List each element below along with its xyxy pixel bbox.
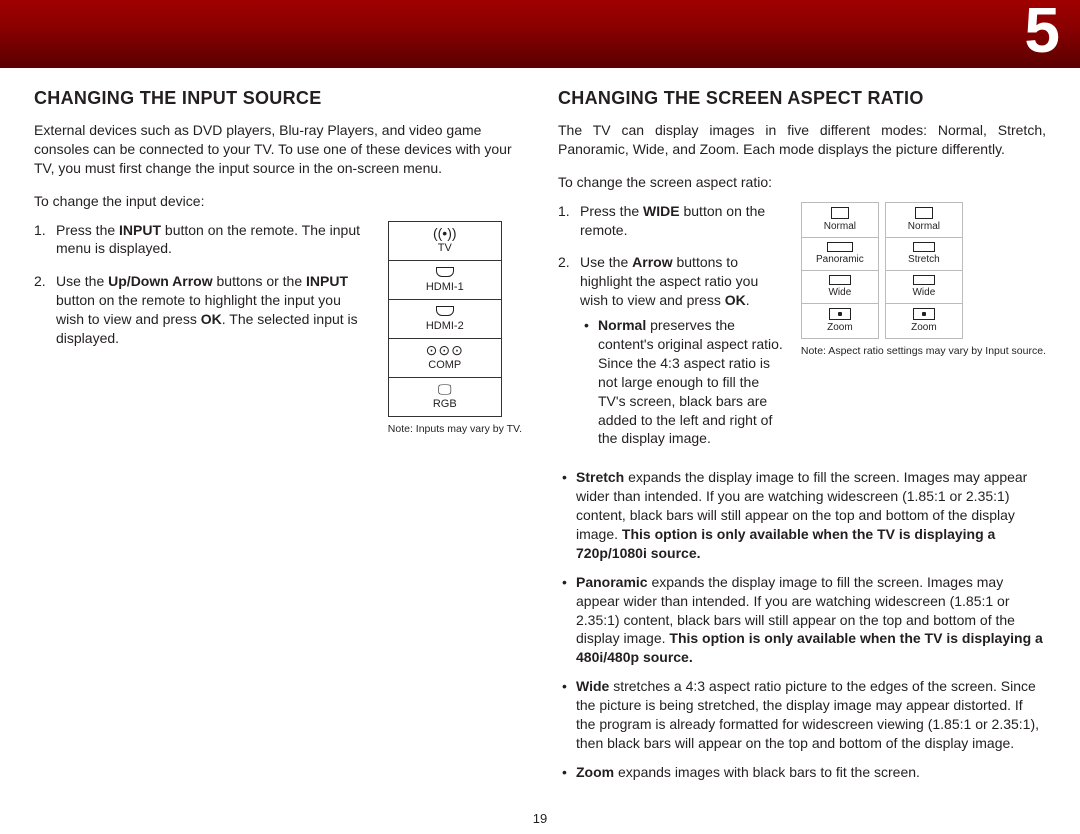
bullet-zoom: Zoom expands images with black bars to f… [558,763,1046,782]
note-aspect: Note: Aspect ratio settings may vary by … [801,345,1046,358]
left-body-row: Press the INPUT button on the remote. Th… [34,221,522,436]
input-rgb: 🖵 RGB [389,378,501,416]
monitor-icon: 🖵 [389,382,501,396]
lead-aspect: To change the screen aspect ratio: [558,173,1046,192]
aspect-a-wide: Wide [802,271,878,304]
bullet-stretch: Stretch expands the display image to fil… [558,468,1046,562]
left-steps: Press the INPUT button on the remote. Th… [34,221,370,362]
aspect-b-stretch: Stretch [886,238,962,271]
bullet-panoramic: Panoramic expands the display image to f… [558,573,1046,667]
right-column: Changing the Screen Aspect Ratio The TV … [540,88,1046,792]
page-number: 19 [0,811,1080,826]
antenna-icon: ((•)) [389,226,501,240]
hdmi-icon [389,265,501,279]
lead-input-source: To change the input device: [34,192,522,211]
bullet-wide: Wide stretches a 4:3 aspect ratio pictur… [558,677,1046,753]
input-hdmi-2: HDMI-2 [389,300,501,339]
aspect-step-1: Press the WIDE button on the remote. [558,202,787,240]
aspect-step-2: Use the Arrow buttons to highlight the a… [558,253,787,448]
aspect-col-a: Normal Panoramic Wide Zoom [801,202,879,339]
heading-input-source: Changing the Input Source [34,88,522,109]
input-hdmi-1: HDMI-1 [389,261,501,300]
input-menu: ((•)) TV HDMI-1 HDMI-2 ⊙⊙⊙ [388,221,502,417]
bullet-normal: Normal preserves the content's original … [580,316,787,448]
aspect-a-panoramic: Panoramic [802,238,878,271]
aspect-col-b: Normal Stretch Wide Zoom [885,202,963,339]
right-body-row: Press the WIDE button on the remote. Use… [558,202,1046,463]
aspect-b-zoom: Zoom [886,304,962,338]
step-2: Use the Up/Down Arrow buttons or the INP… [34,272,370,348]
input-menu-block: ((•)) TV HDMI-1 HDMI-2 ⊙⊙⊙ [388,221,522,436]
aspect-bullets-rest: Stretch expands the display image to fil… [558,468,1046,781]
heading-aspect: Changing the Screen Aspect Ratio [558,88,1046,109]
left-column: Changing the Input Source External devic… [34,88,540,792]
input-tv: ((•)) TV [389,222,501,261]
intro-input-source: External devices such as DVD players, Bl… [34,121,522,178]
intro-aspect: The TV can display images in five differ… [558,121,1046,159]
page-body: Changing the Input Source External devic… [0,68,1080,792]
aspect-a-normal: Normal [802,203,878,238]
input-comp: ⊙⊙⊙ COMP [389,339,501,378]
page-root: 5 Changing the Input Source External dev… [0,0,1080,834]
aspect-a-zoom: Zoom [802,304,878,338]
note-inputs: Note: Inputs may vary by TV. [388,423,522,436]
aspect-b-normal: Normal [886,203,962,238]
chapter-number: 5 [1024,0,1060,64]
right-steps-narrow: Press the WIDE button on the remote. Use… [558,202,787,463]
component-icon: ⊙⊙⊙ [389,343,501,357]
aspect-panel-block: Normal Panoramic Wide Zoom Normal Stretc… [801,202,1046,358]
step-1: Press the INPUT button on the remote. Th… [34,221,370,259]
hdmi-icon [389,304,501,318]
aspect-b-wide: Wide [886,271,962,304]
aspect-panels: Normal Panoramic Wide Zoom Normal Stretc… [801,202,1046,339]
chapter-banner: 5 [0,0,1080,68]
